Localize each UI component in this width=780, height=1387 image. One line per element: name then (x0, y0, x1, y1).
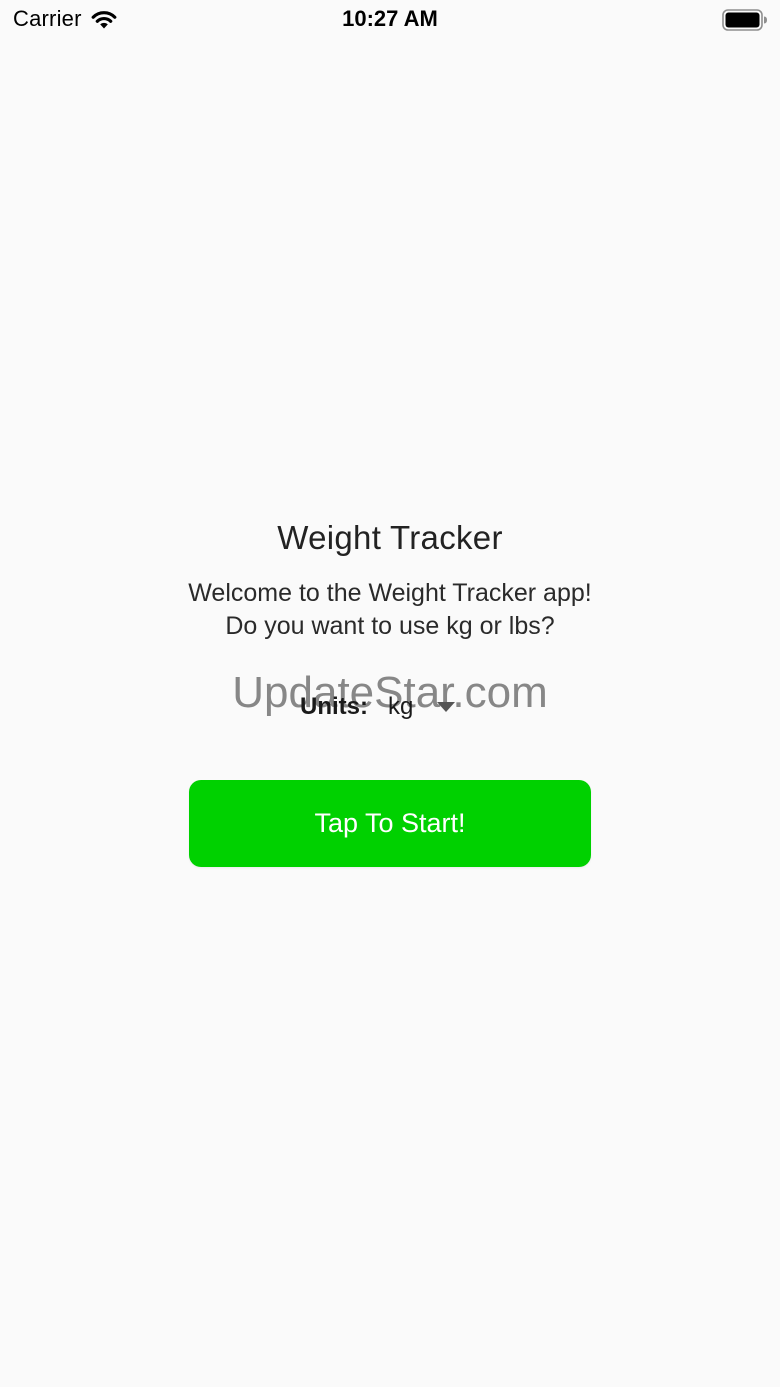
dropdown-arrow-icon (437, 702, 455, 712)
welcome-line-1: Welcome to the Weight Tracker app! (188, 579, 592, 607)
units-dropdown[interactable]: kg (388, 693, 455, 721)
start-button[interactable]: Tap To Start! (189, 780, 591, 867)
battery-icon (722, 9, 767, 31)
app-title: Weight Tracker (277, 519, 503, 556)
welcome-line-2: Do you want to use kg or lbs? (225, 612, 555, 640)
status-time: 10:27 AM (342, 6, 438, 31)
status-bar: Carrier 10:27 AM (0, 0, 780, 40)
units-selected-value: kg (388, 693, 414, 720)
units-label: Units: (300, 693, 368, 720)
welcome-message: Welcome to the Weight Tracker app! Do yo… (0, 577, 780, 643)
units-row: Units: kg (300, 690, 455, 724)
